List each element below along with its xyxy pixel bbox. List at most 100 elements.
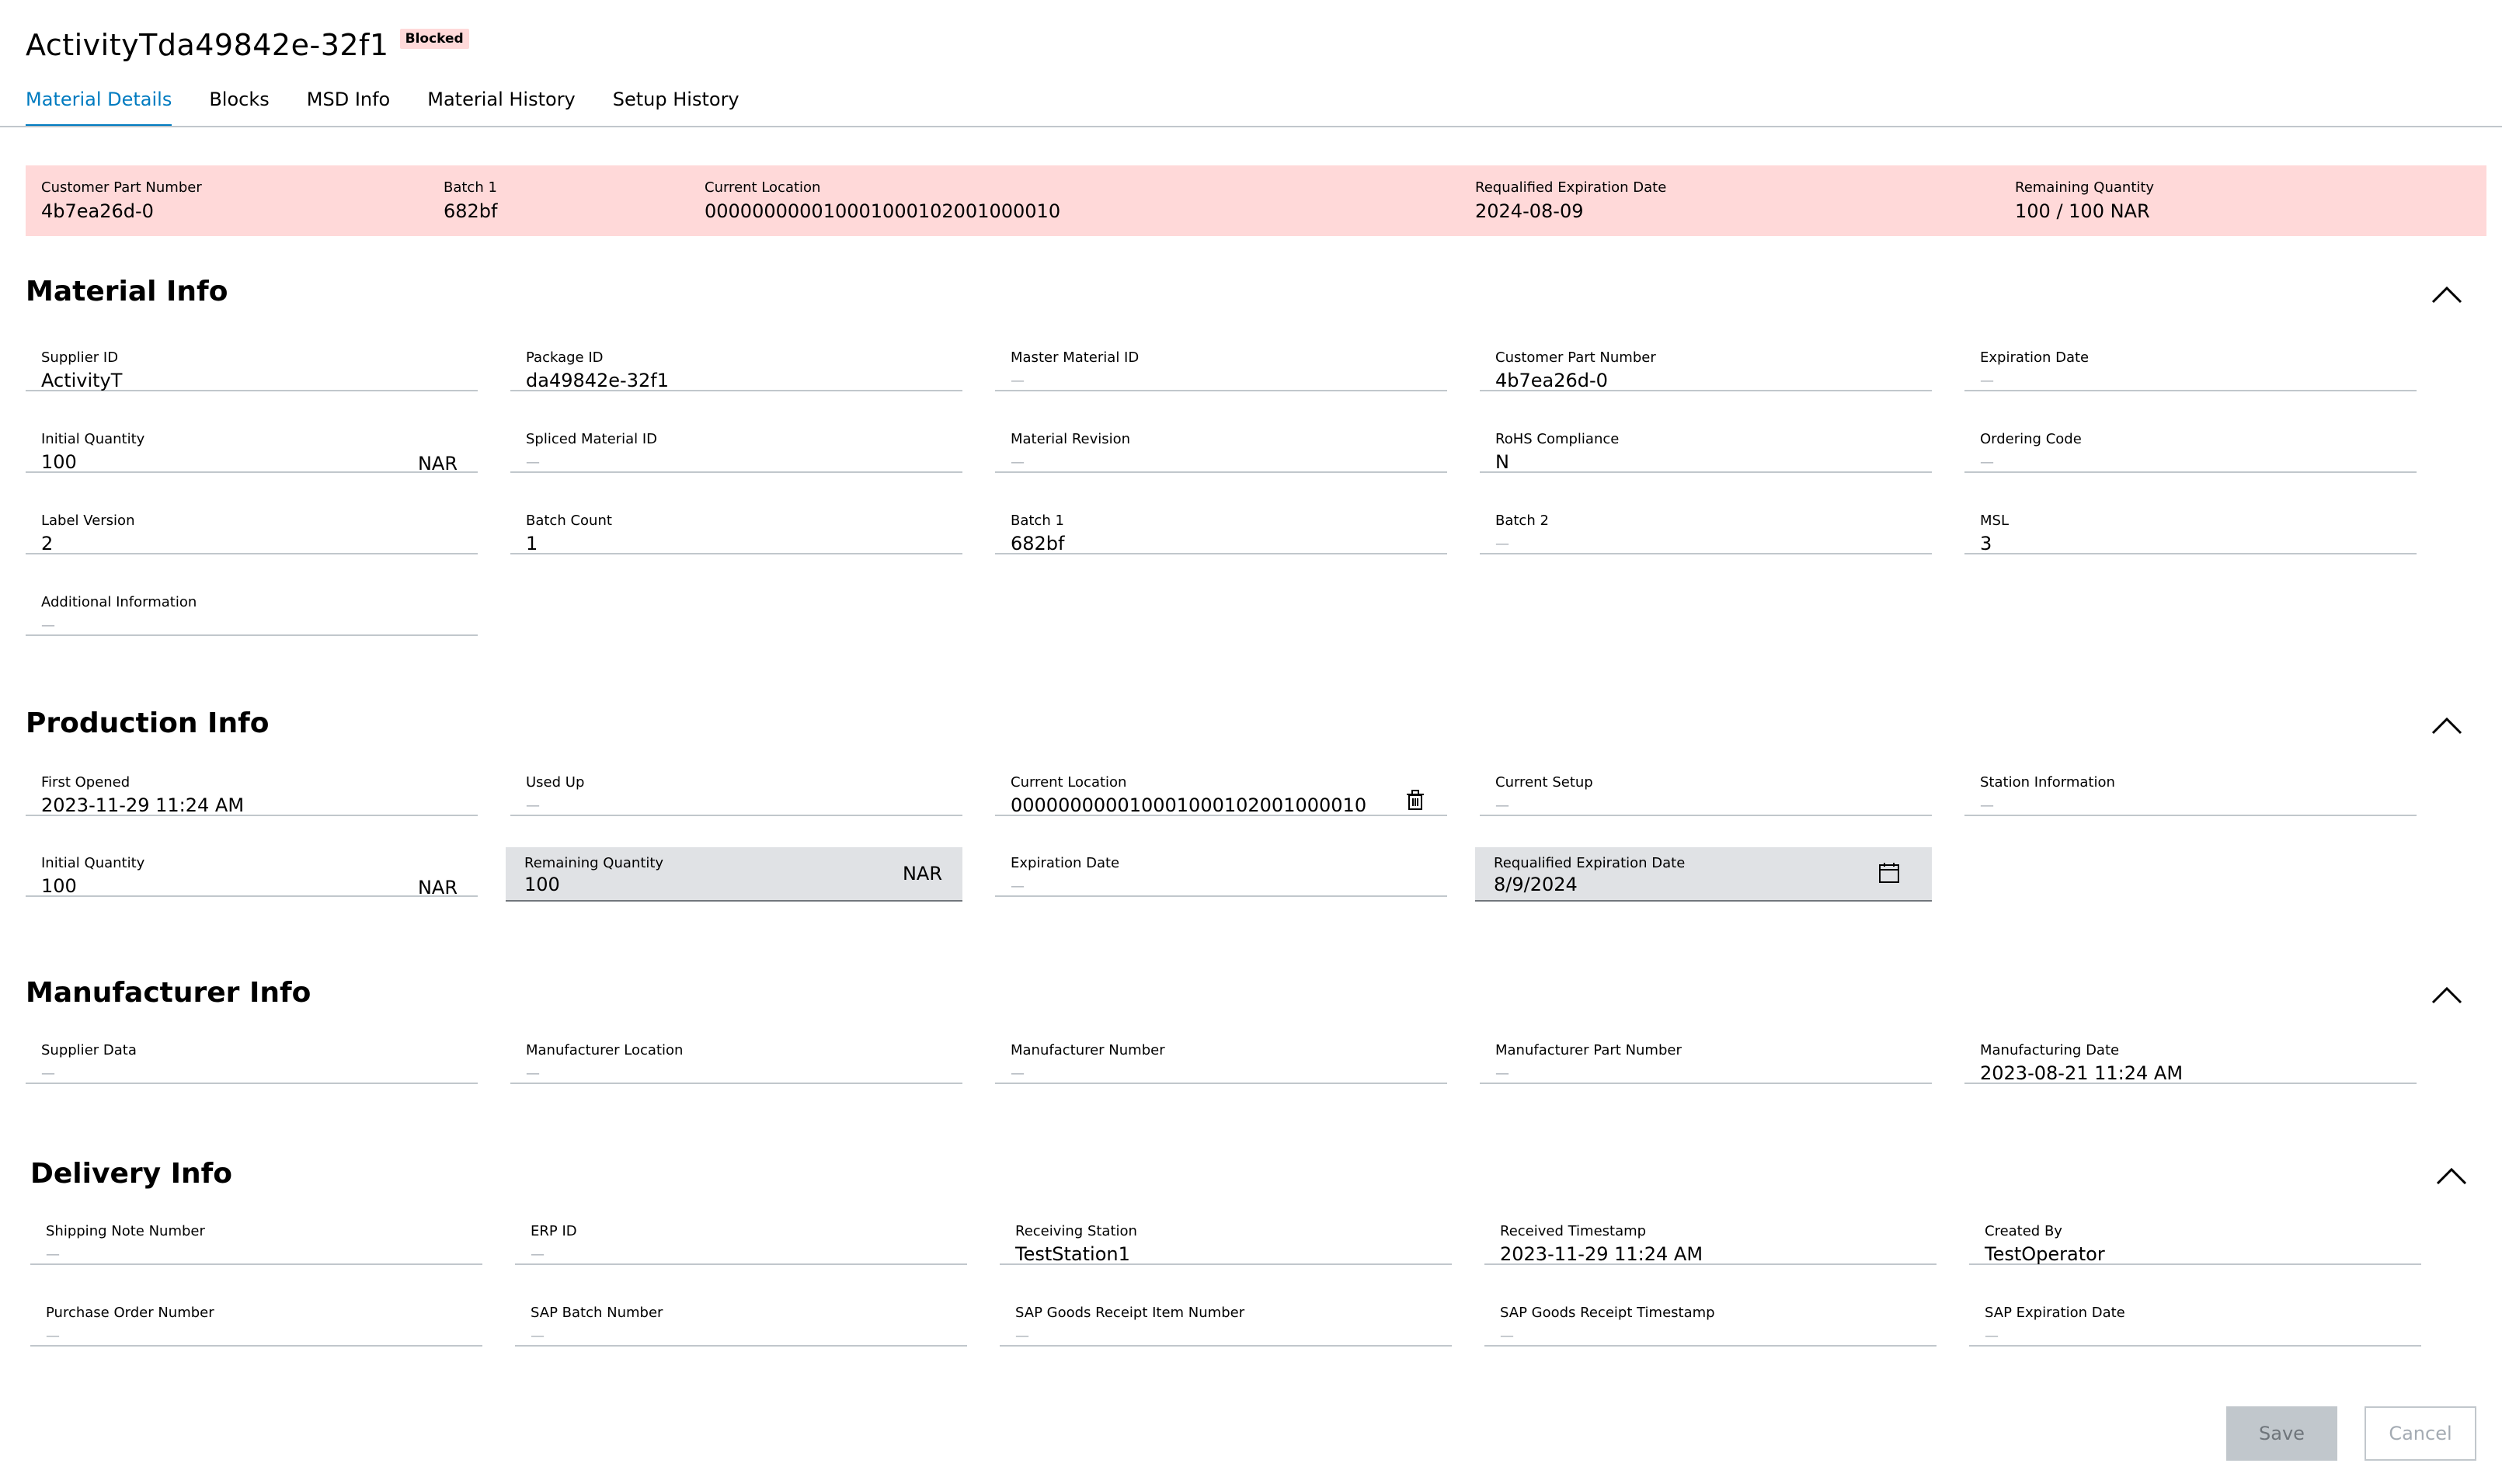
field-label: Current Location [1011, 774, 1127, 791]
field-additional-information[interactable]: Additional Information — [26, 585, 478, 636]
trash-icon[interactable] [1404, 788, 1427, 812]
section-title-production-info: Production Info [26, 707, 270, 739]
field-value: da49842e-32f1 [526, 370, 669, 391]
field-value: 8/9/2024 [1494, 874, 1578, 895]
field-manufacturing-date[interactable]: Manufacturing Date 2023-08-21 11:24 AM [1964, 1033, 2417, 1084]
field-created-by[interactable]: Created By TestOperator [1969, 1214, 2421, 1265]
field-label-version[interactable]: Label Version 2 [26, 503, 478, 554]
field-initial-quantity[interactable]: Initial Quantity 100 NAR [26, 846, 478, 898]
summary-value: 2024-08-09 [1475, 200, 1584, 222]
field-value: TestOperator [1985, 1243, 2105, 1265]
cancel-button[interactable]: Cancel [2365, 1406, 2476, 1461]
summary-label: Customer Part Number [41, 179, 202, 196]
field-erp-id[interactable]: ERP ID — [515, 1214, 967, 1265]
field-label: Label Version [41, 513, 135, 529]
field-first-opened[interactable]: First Opened 2023-11-29 11:24 AM [26, 765, 478, 816]
summary-value: 000000000010001000102001000010 [705, 200, 1061, 222]
field-station-information[interactable]: Station Information — [1964, 765, 2417, 816]
field-label: Customer Part Number [1495, 349, 1656, 366]
tab-material-history[interactable]: Material History [427, 84, 576, 127]
tab-setup-history[interactable]: Setup History [613, 84, 739, 127]
field-shipping-note-number[interactable]: Shipping Note Number — [30, 1214, 482, 1265]
save-button[interactable]: Save [2226, 1406, 2337, 1461]
field-master-material-id[interactable]: Master Material ID — [995, 340, 1447, 391]
requalified-expiration-date-input[interactable]: Requalified Expiration Date 8/9/2024 [1475, 847, 1932, 902]
field-current-location[interactable]: Current Location 00000000001000100010200… [995, 765, 1447, 816]
field-ordering-code[interactable]: Ordering Code — [1964, 422, 2417, 473]
summary-value: 682bf [444, 200, 498, 222]
field-rohs-compliance[interactable]: RoHS Compliance N [1480, 422, 1932, 473]
calendar-icon[interactable] [1877, 861, 1901, 884]
field-label: Initial Quantity [41, 855, 145, 871]
field-label: Current Setup [1495, 774, 1593, 791]
chevron-up-icon[interactable] [2430, 283, 2462, 305]
field-label: Manufacturer Location [526, 1042, 684, 1058]
tab-material-details[interactable]: Material Details [26, 84, 172, 127]
status-badge: Blocked [399, 29, 469, 49]
field-batch-count[interactable]: Batch Count 1 [510, 503, 962, 554]
field-value: 000000000010001000102001000010 [1011, 794, 1367, 816]
field-label: Spliced Material ID [526, 431, 657, 447]
field-label: SAP Expiration Date [1985, 1305, 2125, 1321]
field-label: SAP Goods Receipt Timestamp [1500, 1305, 1715, 1321]
field-expiration-date[interactable]: Expiration Date — [1964, 340, 2417, 391]
field-empty-value: — [46, 1246, 60, 1263]
field-label: Batch Count [526, 513, 612, 529]
field-empty-value: — [1980, 454, 1994, 471]
field-label: SAP Goods Receipt Item Number [1015, 1305, 1245, 1321]
field-label: Ordering Code [1980, 431, 2082, 447]
remaining-quantity-input[interactable]: Remaining Quantity 100 NAR [506, 847, 962, 902]
field-empty-value: — [41, 617, 55, 634]
field-batch2[interactable]: Batch 2 — [1480, 503, 1932, 554]
field-label: Receiving Station [1015, 1223, 1137, 1239]
field-sap-batch-number[interactable]: SAP Batch Number — [515, 1295, 967, 1347]
chevron-up-icon[interactable] [2434, 1165, 2467, 1187]
field-received-timestamp[interactable]: Received Timestamp 2023-11-29 11:24 AM [1484, 1214, 1937, 1265]
field-spliced-material-id[interactable]: Spliced Material ID — [510, 422, 962, 473]
field-supplier-id[interactable]: Supplier ID ActivityT [26, 340, 478, 391]
field-manufacturer-part-number[interactable]: Manufacturer Part Number — [1480, 1033, 1932, 1084]
field-unit: NAR [417, 453, 458, 474]
summary-label: Remaining Quantity [2015, 179, 2155, 196]
field-empty-value: — [526, 454, 540, 471]
field-label: Received Timestamp [1500, 1223, 1647, 1239]
field-initial-quantity[interactable]: Initial Quantity 100 NAR [26, 422, 478, 474]
chevron-up-icon[interactable] [2430, 714, 2462, 736]
field-package-id[interactable]: Package ID da49842e-32f1 [510, 340, 962, 391]
field-sap-expiration-date[interactable]: SAP Expiration Date — [1969, 1295, 2421, 1347]
field-purchase-order-number[interactable]: Purchase Order Number — [30, 1295, 482, 1347]
field-manufacturer-number[interactable]: Manufacturer Number — [995, 1033, 1447, 1084]
field-receiving-station[interactable]: Receiving Station TestStation1 [1000, 1214, 1452, 1265]
section-title-delivery-info: Delivery Info [30, 1158, 233, 1190]
chevron-up-icon[interactable] [2430, 984, 2462, 1006]
field-expiration-date[interactable]: Expiration Date — [995, 846, 1447, 897]
field-batch1[interactable]: Batch 1 682bf [995, 503, 1447, 554]
field-manufacturer-location[interactable]: Manufacturer Location — [510, 1033, 962, 1084]
field-sap-goods-receipt-timestamp[interactable]: SAP Goods Receipt Timestamp — [1484, 1295, 1937, 1347]
field-current-setup[interactable]: Current Setup — [1480, 765, 1932, 816]
field-used-up[interactable]: Used Up — [510, 765, 962, 816]
field-value: 100 [41, 875, 77, 897]
field-empty-value: — [1011, 878, 1025, 895]
page-title: ActivityTda49842e-32f1 [26, 28, 389, 62]
field-label: SAP Batch Number [531, 1305, 663, 1321]
summary-label: Requalified Expiration Date [1475, 179, 1667, 196]
tab-blocks[interactable]: Blocks [209, 84, 269, 127]
field-supplier-data[interactable]: Supplier Data — [26, 1033, 478, 1084]
field-msl[interactable]: MSL 3 [1964, 503, 2417, 554]
field-customer-part-number[interactable]: Customer Part Number 4b7ea26d-0 [1480, 340, 1932, 391]
field-value: 100 [41, 451, 77, 473]
field-empty-value: — [46, 1328, 60, 1344]
field-empty-value: — [1495, 798, 1509, 814]
field-label: Manufacturer Part Number [1495, 1042, 1682, 1058]
summary-customer-part-number: Customer Part Number 4b7ea26d-0 [41, 179, 202, 222]
field-empty-value: — [41, 1065, 55, 1082]
field-label: First Opened [41, 774, 130, 791]
field-label: Requalified Expiration Date [1494, 855, 1686, 871]
field-label: Master Material ID [1011, 349, 1140, 366]
field-value: 4b7ea26d-0 [1495, 370, 1608, 391]
field-sap-goods-receipt-item-number[interactable]: SAP Goods Receipt Item Number — [1000, 1295, 1452, 1347]
field-label: Created By [1985, 1223, 2062, 1239]
field-material-revision[interactable]: Material Revision — [995, 422, 1447, 473]
tab-msd-info[interactable]: MSD Info [307, 84, 390, 127]
